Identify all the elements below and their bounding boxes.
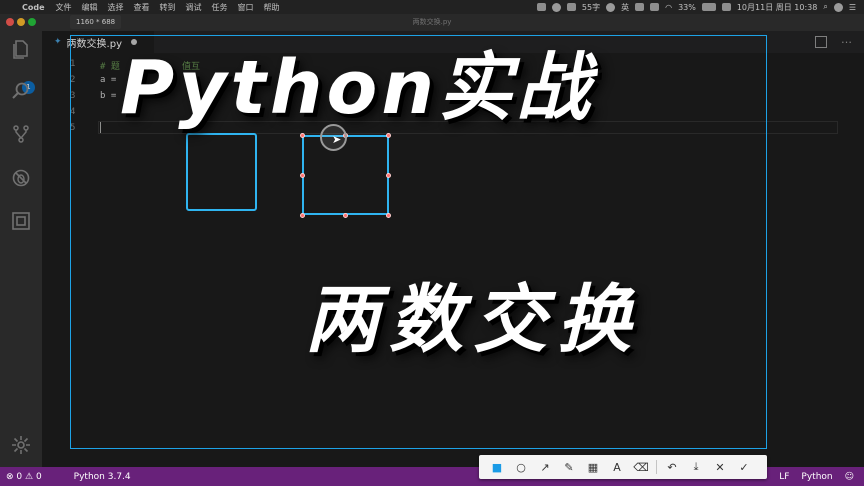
resize-handle[interactable] — [386, 173, 391, 178]
menu-goto[interactable]: 转到 — [155, 2, 181, 13]
menu-tasks[interactable]: 任务 — [207, 2, 233, 13]
spotlight-icon[interactable]: ⌕ — [823, 2, 827, 12]
tray-word-count[interactable]: 55字 — [582, 2, 600, 13]
menu-view[interactable]: 查看 — [129, 2, 155, 13]
pencil-tool[interactable]: ✎ — [557, 457, 581, 477]
menu-edit[interactable]: 编辑 — [77, 2, 103, 13]
notification-icon[interactable] — [551, 2, 561, 12]
download-button[interactable]: ⤓ — [684, 457, 708, 477]
split-editor-icon[interactable] — [815, 36, 827, 48]
feedback-smiley-icon[interactable]: ☺ — [839, 472, 864, 482]
settings-gear-icon[interactable] — [11, 435, 31, 455]
wechat-icon[interactable] — [566, 3, 576, 11]
resize-handle[interactable] — [386, 213, 391, 218]
activity-bar: 1 — [0, 31, 42, 467]
battery-icon[interactable] — [701, 3, 716, 11]
drawn-rectangle[interactable] — [186, 133, 257, 211]
airplay-icon[interactable] — [650, 3, 660, 11]
source-control-icon[interactable] — [11, 124, 31, 144]
undo-button[interactable]: ↶ — [660, 457, 684, 477]
toolbar-divider — [656, 460, 657, 474]
resize-handle[interactable] — [300, 173, 305, 178]
menu-app-name[interactable]: Code — [20, 3, 51, 12]
text-tool[interactable]: A — [605, 457, 629, 477]
python-file-icon: ✦ — [54, 37, 62, 47]
menu-help[interactable]: 帮助 — [259, 2, 285, 13]
flag-icon[interactable] — [721, 3, 731, 11]
battery-percent[interactable]: 33% — [678, 3, 696, 12]
rectangle-tool[interactable]: ■ — [485, 457, 509, 477]
mouse-pointer-icon: ➤ — [332, 133, 342, 146]
confirm-capture-button[interactable]: ✓ — [732, 457, 756, 477]
window-title: 两数交换.py — [412, 18, 452, 26]
extensions-icon[interactable] — [11, 211, 31, 231]
status-circle-icon[interactable] — [606, 2, 616, 12]
overlay-title: Python实战 — [120, 45, 595, 131]
menu-window[interactable]: 窗口 — [233, 2, 259, 13]
resize-handle[interactable] — [343, 213, 348, 218]
capture-size-badge: 1160 * 688 — [70, 15, 122, 29]
error-count[interactable]: ⊗ 0 ⚠ 0 — [0, 472, 48, 482]
eraser-tool[interactable]: ⌫ — [629, 457, 653, 477]
resize-handle[interactable] — [300, 213, 305, 218]
python-interpreter[interactable]: Python 3.7.4 — [68, 472, 137, 482]
menu-selection[interactable]: 选择 — [103, 2, 129, 13]
error-count-value: 0 — [16, 471, 23, 482]
menu-tray: 55字 英 ◠ 33% 10月11日 周日 10:38 ⌕ ☰ — [536, 2, 864, 13]
eol-indicator[interactable]: LF — [773, 472, 795, 482]
arrow-tool[interactable]: ↗ — [533, 457, 557, 477]
explorer-icon[interactable] — [11, 39, 31, 59]
record-icon[interactable] — [536, 3, 546, 11]
menu-file[interactable]: 文件 — [51, 2, 77, 13]
clock[interactable]: 10月11日 周日 10:38 — [737, 2, 818, 13]
debug-icon[interactable] — [11, 168, 31, 188]
display-icon[interactable] — [635, 3, 645, 11]
menu-debug[interactable]: 调试 — [181, 2, 207, 13]
menu-bar: Code 文件 编辑 选择 查看 转到 调试 任务 窗口 帮助 55字 英 ◠ … — [0, 0, 864, 14]
drawn-rectangle-selected[interactable] — [302, 135, 389, 215]
language-mode[interactable]: Python — [795, 472, 838, 482]
siri-icon[interactable] — [833, 2, 843, 12]
more-actions-icon[interactable]: … — [841, 33, 852, 46]
capture-toolbar: ■ ○ ↗ ✎ ▦ A ⌫ ↶ ⤓ ✕ ✓ — [479, 455, 767, 479]
mosaic-tool[interactable]: ▦ — [581, 457, 605, 477]
control-center-icon[interactable]: ☰ — [849, 3, 856, 12]
overlay-subtitle: 两数交换 — [305, 277, 641, 363]
input-method[interactable]: 英 — [621, 2, 629, 13]
search-icon[interactable] — [11, 81, 31, 101]
wifi-icon[interactable]: ◠ — [665, 3, 672, 12]
ellipse-tool[interactable]: ○ — [509, 457, 533, 477]
cancel-capture-button[interactable]: ✕ — [708, 457, 732, 477]
warning-count-value: 0 — [35, 471, 42, 482]
